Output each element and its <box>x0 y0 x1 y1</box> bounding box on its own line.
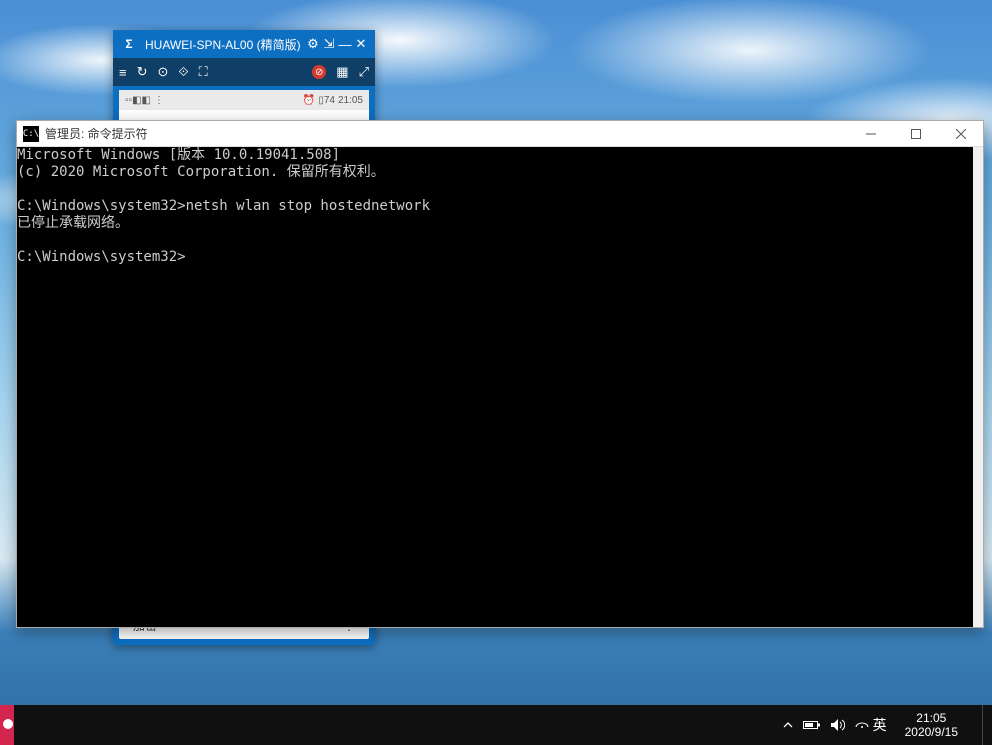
alarm-icon: ⏰ <box>303 95 315 106</box>
record-icon <box>3 719 13 729</box>
taskbar-clock[interactable]: 21:05 2020/9/15 <box>897 711 966 739</box>
emulator-pin-icon[interactable]: ⇲ <box>321 36 337 52</box>
menu-icon[interactable]: ≡ <box>119 65 127 80</box>
ime-indicator[interactable]: 英 <box>855 715 887 735</box>
emulator-titlebar[interactable]: Σ HUAWEI-SPN-AL00 (精简版) ⚙ ⇲ — ✕ <box>113 30 375 58</box>
show-desktop-button[interactable] <box>982 705 988 745</box>
cmd-icon: C:\ <box>23 126 39 142</box>
search-icon[interactable]: ⊙ <box>158 64 169 80</box>
emulator-settings-icon[interactable]: ⚙ <box>305 36 321 52</box>
tray-chevron-up-icon[interactable] <box>783 720 793 730</box>
cmd-window[interactable]: C:\ 管理员: 命令提示符 Microsoft Windows [版本 10.… <box>16 120 984 628</box>
cmd-close-button[interactable] <box>938 121 983 147</box>
cmd-scrollbar[interactable] <box>973 147 983 627</box>
fullscreen-icon[interactable]: ⛶ <box>199 64 208 80</box>
tool-icon[interactable]: ⟐ <box>178 64 188 80</box>
cmd-output[interactable]: Microsoft Windows [版本 10.0.19041.508] (c… <box>17 147 973 627</box>
phone-statusbar: ▫▫◧◧ ⋮ ⏰ ▯74 21:05 <box>119 90 369 110</box>
refresh-icon[interactable]: ↻ <box>137 64 148 80</box>
cmd-maximize-button[interactable] <box>893 121 938 147</box>
ime-label: 英 <box>873 715 887 735</box>
clock-date: 2020/9/15 <box>905 725 958 739</box>
sigma-icon: Σ <box>119 37 139 51</box>
cmd-minimize-button[interactable] <box>848 121 893 147</box>
emulator-minimize-button[interactable]: — <box>337 37 353 52</box>
clock-time: 21:05 <box>905 711 958 725</box>
system-tray[interactable]: 英 21:05 2020/9/15 <box>783 705 992 745</box>
emulator-title: HUAWEI-SPN-AL00 (精简版) <box>145 36 305 53</box>
phone-time: 21:05 <box>338 95 363 106</box>
taskbar-app-edge[interactable] <box>0 705 14 745</box>
cmd-line: 已停止承载网络。 <box>17 215 129 231</box>
block-icon[interactable]: ⊘ <box>312 65 326 79</box>
battery-icon: ▯74 <box>318 95 335 106</box>
cmd-line: C:\Windows\system32> <box>17 249 186 265</box>
cmd-line: Microsoft Windows [版本 10.0.19041.508] <box>17 147 340 163</box>
cmd-line: (c) 2020 Microsoft Corporation. 保留所有权利。 <box>17 164 385 180</box>
taskbar[interactable]: 英 21:05 2020/9/15 <box>0 705 992 745</box>
emulator-toolbar: ≡ ↻ ⊙ ⟐ ⛶ ⊘ ▦ ⤢ <box>113 58 375 86</box>
signal-icon: ▫▫◧◧ <box>125 95 151 106</box>
cmd-title: 管理员: 命令提示符 <box>45 125 848 142</box>
wifi-icon: ⋮ <box>154 95 164 106</box>
emulator-close-button[interactable]: ✕ <box>353 36 369 52</box>
grid-icon[interactable]: ▦ <box>336 64 348 80</box>
expand-icon[interactable]: ⤢ <box>359 64 369 80</box>
battery-icon[interactable] <box>803 720 821 730</box>
cmd-titlebar[interactable]: C:\ 管理员: 命令提示符 <box>17 121 983 147</box>
volume-icon[interactable] <box>831 719 845 731</box>
cmd-line: C:\Windows\system32>netsh wlan stop host… <box>17 198 430 214</box>
